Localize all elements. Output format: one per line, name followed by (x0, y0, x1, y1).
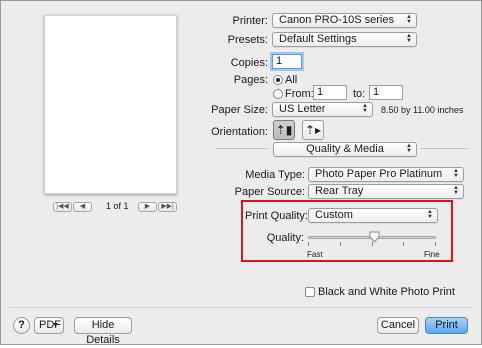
bw-photo-label: Black and White Photo Print (318, 286, 455, 298)
popup-arrows-icon: ▲ ▼ (453, 185, 459, 196)
presets-popup[interactable]: Default Settings ▲ ▼ (272, 32, 417, 47)
hide-details-button[interactable]: Hide Details (74, 317, 132, 346)
popup-arrows-icon: ▲ ▼ (427, 209, 433, 220)
copies-field[interactable]: 1 (272, 54, 302, 69)
pages-all-radio[interactable] (273, 75, 283, 85)
paper-source-label: Paper Source: (234, 186, 305, 198)
page-preview (44, 15, 177, 194)
pages-from-label: From: (285, 88, 314, 100)
print-quality-label: Print Quality: (245, 210, 308, 222)
popup-arrows-icon: ▲ ▼ (453, 168, 459, 179)
popup-arrows-icon: ▲ ▼ (406, 143, 412, 154)
slider-tick (372, 242, 373, 246)
pages-to-field[interactable]: 1 (369, 85, 403, 100)
print-dialog: |◀◀ ◀ 1 of 1 ▶ ▶▶| Printer: Canon PRO-10… (0, 0, 482, 346)
paper-size-value: US Letter (279, 103, 326, 115)
print-quality-popup[interactable]: Custom ▲ ▼ (308, 208, 438, 223)
paper-dimensions: 8.50 by 11.00 inches (381, 105, 464, 115)
footer-separator (9, 307, 473, 308)
panel-popup[interactable]: Quality & Media ▲ ▼ (273, 142, 417, 157)
printer-label: Printer: (232, 15, 268, 27)
slider-tick (403, 242, 404, 246)
presets-label: Presets: (227, 34, 268, 46)
help-button[interactable]: ? (13, 317, 30, 334)
print-button[interactable]: Print (425, 317, 468, 334)
bw-photo-checkbox[interactable] (305, 287, 315, 297)
popup-arrows-icon: ▲ ▼ (362, 103, 368, 114)
pages-from-field[interactable]: 1 (313, 85, 347, 100)
first-page-button[interactable]: |◀◀ (53, 202, 72, 212)
pages-to-label: to: (353, 88, 366, 100)
slider-tick (340, 242, 341, 246)
quality-min-label: Fast (307, 250, 323, 259)
prev-page-button[interactable]: ◀ (73, 202, 92, 212)
paper-size-popup[interactable]: US Letter ▲ ▼ (272, 102, 373, 117)
separator-left (215, 148, 267, 149)
print-quality-value: Custom (315, 209, 353, 221)
printer-value: Canon PRO-10S series (279, 14, 394, 26)
portrait-orientation-button[interactable]: ⇡▮ (273, 120, 295, 140)
last-page-button[interactable]: ▶▶| (158, 202, 177, 212)
quality-slider[interactable] (308, 231, 436, 249)
media-type-label: Media Type: (245, 169, 305, 181)
pages-all-label: All (285, 74, 298, 86)
separator-right (421, 148, 467, 149)
quality-max-label: Fine (424, 250, 440, 259)
next-page-button[interactable]: ▶ (138, 202, 157, 212)
slider-tick (435, 242, 436, 246)
paper-source-value: Rear Tray (315, 185, 364, 197)
landscape-figure-icon: ⇡▸ (304, 123, 322, 137)
slider-tick (308, 242, 309, 246)
media-type-popup[interactable]: Photo Paper Pro Platinum ▲ ▼ (308, 167, 464, 182)
paper-size-label: Paper Size: (211, 104, 268, 116)
landscape-orientation-button[interactable]: ⇡▸ (302, 120, 324, 140)
pages-label: Pages: (233, 74, 268, 86)
panel-value: Quality & Media (306, 143, 384, 155)
chevron-down-icon: ▼ (52, 322, 59, 329)
popup-arrows-icon: ▲ ▼ (406, 33, 412, 44)
orientation-label: Orientation: (211, 126, 268, 138)
printer-popup[interactable]: Canon PRO-10S series ▲ ▼ (272, 13, 417, 28)
page-indicator: 1 of 1 (106, 201, 129, 211)
quality-label: Quality: (266, 232, 304, 244)
media-type-value: Photo Paper Pro Platinum (315, 168, 443, 180)
popup-arrows-icon: ▲ ▼ (406, 14, 412, 25)
pages-from-radio[interactable] (273, 89, 283, 99)
pdf-button[interactable]: PDF ▼ (34, 317, 64, 334)
copies-label: Copies: (230, 57, 268, 69)
paper-source-popup[interactable]: Rear Tray ▲ ▼ (308, 184, 464, 199)
cancel-button[interactable]: Cancel (377, 317, 419, 334)
slider-thumb[interactable] (369, 231, 380, 243)
presets-value: Default Settings (279, 33, 357, 45)
portrait-figure-icon: ⇡▮ (275, 123, 293, 137)
